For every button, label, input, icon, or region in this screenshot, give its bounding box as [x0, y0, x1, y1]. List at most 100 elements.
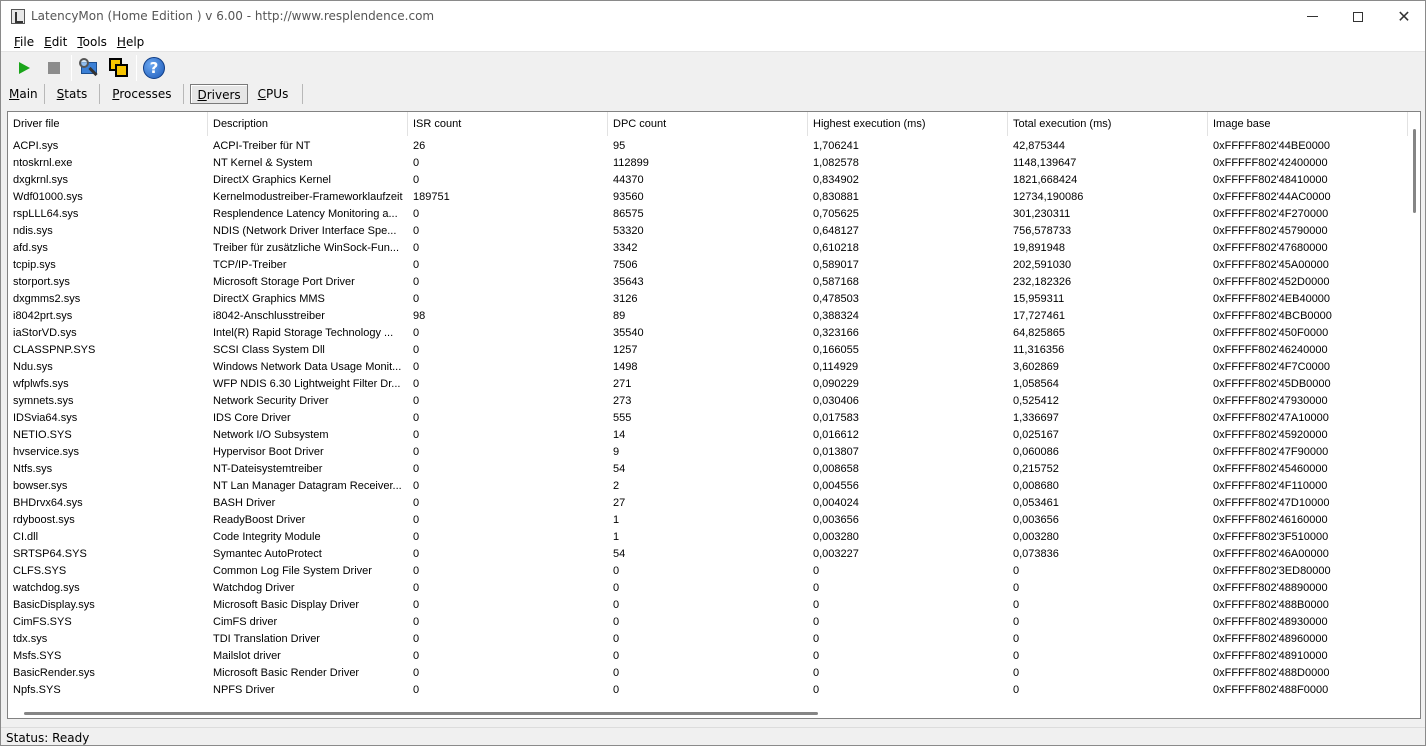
table-row[interactable]: rdyboost.sys ReadyBoost Driver 0 1 0,003656 0…: [8, 511, 1408, 528]
cell-driver-file: iaStorVD.sys: [13, 327, 77, 339]
table-row[interactable]: dxgkrnl.sys DirectX Graphics Kernel 0 44370…: [8, 171, 1408, 188]
table-row[interactable]: storport.sys Microsoft Storage Port Drive…: [8, 273, 1408, 290]
table-row[interactable]: ACPI.sys ACPI-Treiber für NT 26 95 1,706241 4…: [8, 137, 1408, 154]
maximize-button[interactable]: [1335, 1, 1381, 32]
column-header-image-base[interactable]: Image base: [1208, 112, 1408, 136]
horizontal-scrollbar[interactable]: [8, 707, 1408, 718]
cell-dpc-count: 93560: [613, 191, 644, 203]
cell-dpc-count: 271: [613, 378, 632, 390]
cell-highest-execution: 0,013807: [813, 446, 859, 458]
drivers-grid[interactable]: Driver file Description ISR count DPC co…: [7, 111, 1421, 719]
close-button[interactable]: ✕: [1381, 1, 1426, 32]
table-row[interactable]: tcpip.sys TCP/IP-Treiber 0 7506 0,589017 202,…: [8, 256, 1408, 273]
table-row[interactable]: ndis.sys NDIS (Network Driver Interface S…: [8, 222, 1408, 239]
column-header-description[interactable]: Description: [208, 112, 408, 136]
table-row[interactable]: i8042prt.sys i8042-Anschlusstreiber 98 89 0,…: [8, 307, 1408, 324]
table-row[interactable]: CLFS.SYS Common Log File System Driver 0 0 0…: [8, 562, 1408, 579]
menu-file[interactable]: File: [9, 35, 39, 49]
cell-dpc-count: 7506: [613, 259, 638, 271]
windows-button[interactable]: [104, 54, 134, 82]
table-row[interactable]: iaStorVD.sys Intel(R) Rapid Storage Techn…: [8, 324, 1408, 341]
table-row[interactable]: CLASSPNP.SYS SCSI Class System Dll 0 1257 0,…: [8, 341, 1408, 358]
cell-highest-execution: 0,017583: [813, 412, 859, 424]
cell-image-base: 0xFFFFF802'47F90000: [1213, 446, 1329, 458]
cell-dpc-count: 0: [613, 616, 620, 628]
tab-stats-label: tats: [64, 87, 88, 101]
cell-isr-count: 0: [413, 344, 420, 356]
minimize-button[interactable]: [1289, 1, 1335, 32]
cell-isr-count: 0: [413, 565, 420, 577]
cell-isr-count: 0: [413, 327, 420, 339]
menu-tools-label: ools: [82, 34, 107, 49]
table-row[interactable]: wfplwfs.sys WFP NDIS 6.30 Lightweight Fil…: [8, 375, 1408, 392]
tab-stats[interactable]: Stats: [45, 84, 101, 104]
cell-total-execution: 11,316356: [1013, 344, 1065, 356]
analyze-button[interactable]: [74, 54, 104, 82]
menu-help[interactable]: Help: [112, 35, 149, 49]
cell-driver-file: ACPI.sys: [13, 140, 59, 152]
table-row[interactable]: SRTSP64.SYS Symantec AutoProtect 0 54 0,0032…: [8, 545, 1408, 562]
stop-button[interactable]: [39, 54, 69, 82]
cell-dpc-count: 555: [613, 412, 632, 424]
cell-dpc-count: 0: [613, 599, 620, 611]
cell-description: CimFS driver: [213, 616, 278, 628]
table-row[interactable]: bowser.sys NT Lan Manager Datagram Receiv…: [8, 477, 1408, 494]
cell-total-execution: 232,182326: [1013, 276, 1072, 288]
cell-highest-execution: 0,003280: [813, 531, 859, 543]
menu-tools[interactable]: Tools: [72, 35, 112, 49]
cell-isr-count: 0: [413, 208, 420, 220]
table-row[interactable]: watchdog.sys Watchdog Driver 0 0 0 0 0xFFFFF80…: [8, 579, 1408, 596]
cell-image-base: 0xFFFFF802'4F270000: [1213, 208, 1329, 220]
column-header-driver-file[interactable]: Driver file: [8, 112, 208, 136]
table-row[interactable]: Msfs.SYS Mailslot driver 0 0 0 0 0xFFFFF802'48…: [8, 647, 1408, 664]
column-header-highest-execution[interactable]: Highest execution (ms): [808, 112, 1008, 136]
cell-description: NT Kernel & System: [213, 157, 313, 169]
table-row[interactable]: symnets.sys Network Security Driver 0 273 0,…: [8, 392, 1408, 409]
cell-driver-file: BHDrvx64.sys: [13, 497, 83, 509]
column-header-dpc-count[interactable]: DPC count: [608, 112, 808, 136]
table-row[interactable]: BasicDisplay.sys Microsoft Basic Display …: [8, 596, 1408, 613]
tab-drivers[interactable]: Drivers: [190, 84, 248, 104]
cell-highest-execution: 0: [813, 684, 820, 696]
table-row[interactable]: BHDrvx64.sys BASH Driver 0 27 0,004024 0,0534…: [8, 494, 1408, 511]
table-row[interactable]: afd.sys Treiber für zusätzliche WinSock-F…: [8, 239, 1408, 256]
cell-image-base: 0xFFFFF802'45920000: [1213, 429, 1328, 441]
help-button[interactable]: ?: [139, 54, 169, 82]
cell-dpc-count: 2: [613, 480, 620, 492]
table-row[interactable]: BasicRender.sys Microsoft Basic Render Dr…: [8, 664, 1408, 681]
cell-total-execution: 0: [1013, 582, 1020, 594]
cell-image-base: 0xFFFFF802'46160000: [1213, 514, 1328, 526]
table-row[interactable]: NETIO.SYS Network I/O Subsystem 0 14 0,01661…: [8, 426, 1408, 443]
vertical-scrollbar[interactable]: [1408, 112, 1420, 707]
tab-cpus[interactable]: CPUs: [248, 84, 304, 104]
table-row[interactable]: hvservice.sys Hypervisor Boot Driver 0 9 0,0…: [8, 443, 1408, 460]
menu-edit[interactable]: Edit: [39, 35, 72, 49]
table-row[interactable]: Ntfs.sys NT-Dateisystemtreiber 0 54 0,008658…: [8, 460, 1408, 477]
cell-image-base: 0xFFFFF802'47D10000: [1213, 497, 1330, 509]
cell-dpc-count: 35540: [613, 327, 644, 339]
tab-main[interactable]: Main: [3, 84, 45, 104]
tab-processes[interactable]: Processes: [100, 84, 185, 104]
cell-highest-execution: 0,705625: [813, 208, 859, 220]
cell-description: NT-Dateisystemtreiber: [213, 463, 323, 475]
column-header-isr-count[interactable]: ISR count: [408, 112, 608, 136]
cell-description: Symantec AutoProtect: [213, 548, 322, 560]
table-row[interactable]: tdx.sys TDI Translation Driver 0 0 0 0 0xFFFFF…: [8, 630, 1408, 647]
table-row[interactable]: rspLLL64.sys Resplendence Latency Monitor…: [8, 205, 1408, 222]
cell-dpc-count: 53320: [613, 225, 644, 237]
cell-driver-file: hvservice.sys: [13, 446, 80, 458]
cell-image-base: 0xFFFFF802'45460000: [1213, 463, 1328, 475]
start-button[interactable]: [9, 54, 39, 82]
table-row[interactable]: dxgmms2.sys DirectX Graphics MMS 0 3126 0,47…: [8, 290, 1408, 307]
table-row[interactable]: ntoskrnl.exe NT Kernel & System 0 112899 1,0…: [8, 154, 1408, 171]
table-row[interactable]: CimFS.SYS CimFS driver 0 0 0 0 0xFFFFF802'4893…: [8, 613, 1408, 630]
table-row[interactable]: Ndu.sys Windows Network Data Usage Monit.…: [8, 358, 1408, 375]
cell-driver-file: storport.sys: [13, 276, 70, 288]
column-header-total-execution[interactable]: Total execution (ms): [1008, 112, 1208, 136]
vertical-scroll-thumb[interactable]: [1413, 129, 1416, 213]
table-row[interactable]: Npfs.SYS NPFS Driver 0 0 0 0 0xFFFFF802'488F00…: [8, 681, 1408, 698]
horizontal-scroll-thumb[interactable]: [24, 712, 818, 715]
table-row[interactable]: IDSvia64.sys IDS Core Driver 0 555 0,017583 1…: [8, 409, 1408, 426]
table-row[interactable]: Wdf01000.sys Kernelmodustreiber-Framework…: [8, 188, 1408, 205]
table-row[interactable]: CI.dll Code Integrity Module 0 1 0,003280 0,0…: [8, 528, 1408, 545]
